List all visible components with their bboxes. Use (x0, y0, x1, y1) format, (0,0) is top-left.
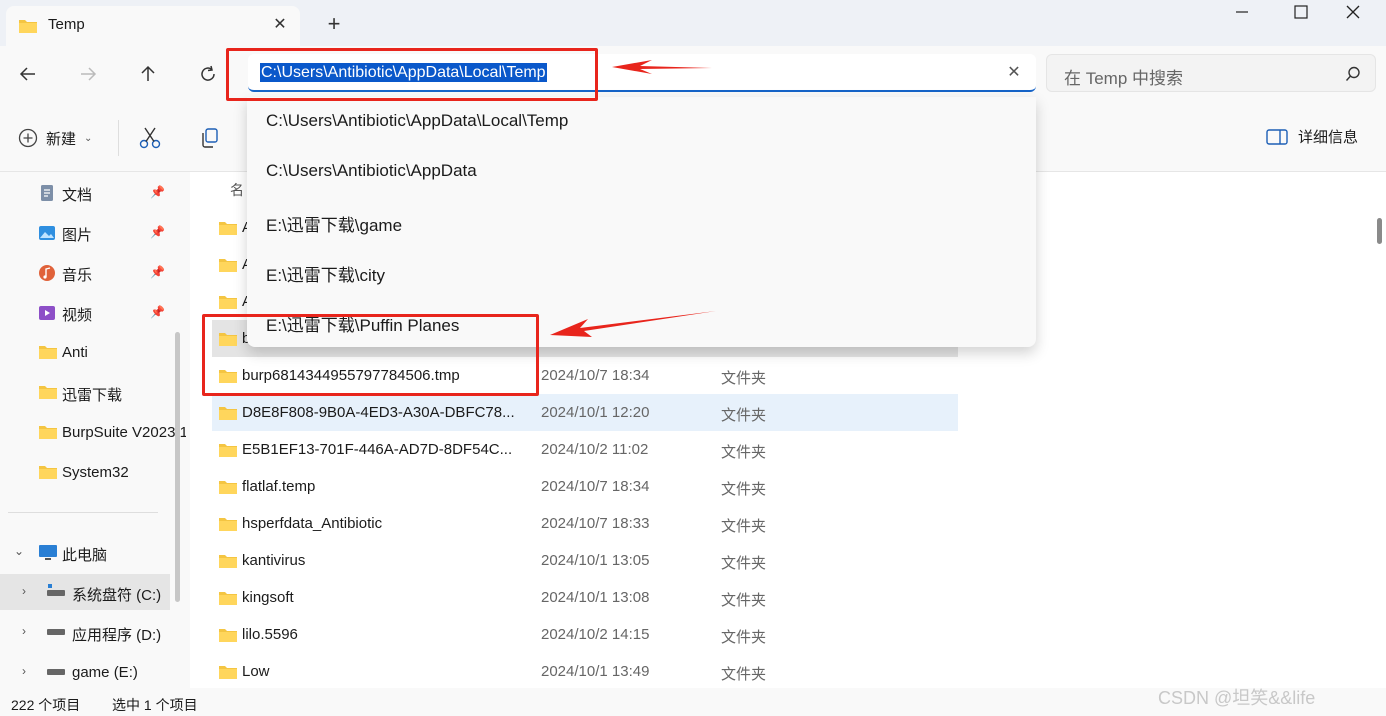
item-count: 222 个项目 (11, 697, 81, 713)
arrow-to-burp-folder-icon (550, 311, 716, 337)
watermark: CSDN @坦笑&&life (1158, 688, 1316, 708)
annotation-arrows (550, 60, 716, 337)
arrow-to-address-icon (612, 60, 712, 74)
selection-count: 选中 1 个项目 (112, 697, 198, 713)
